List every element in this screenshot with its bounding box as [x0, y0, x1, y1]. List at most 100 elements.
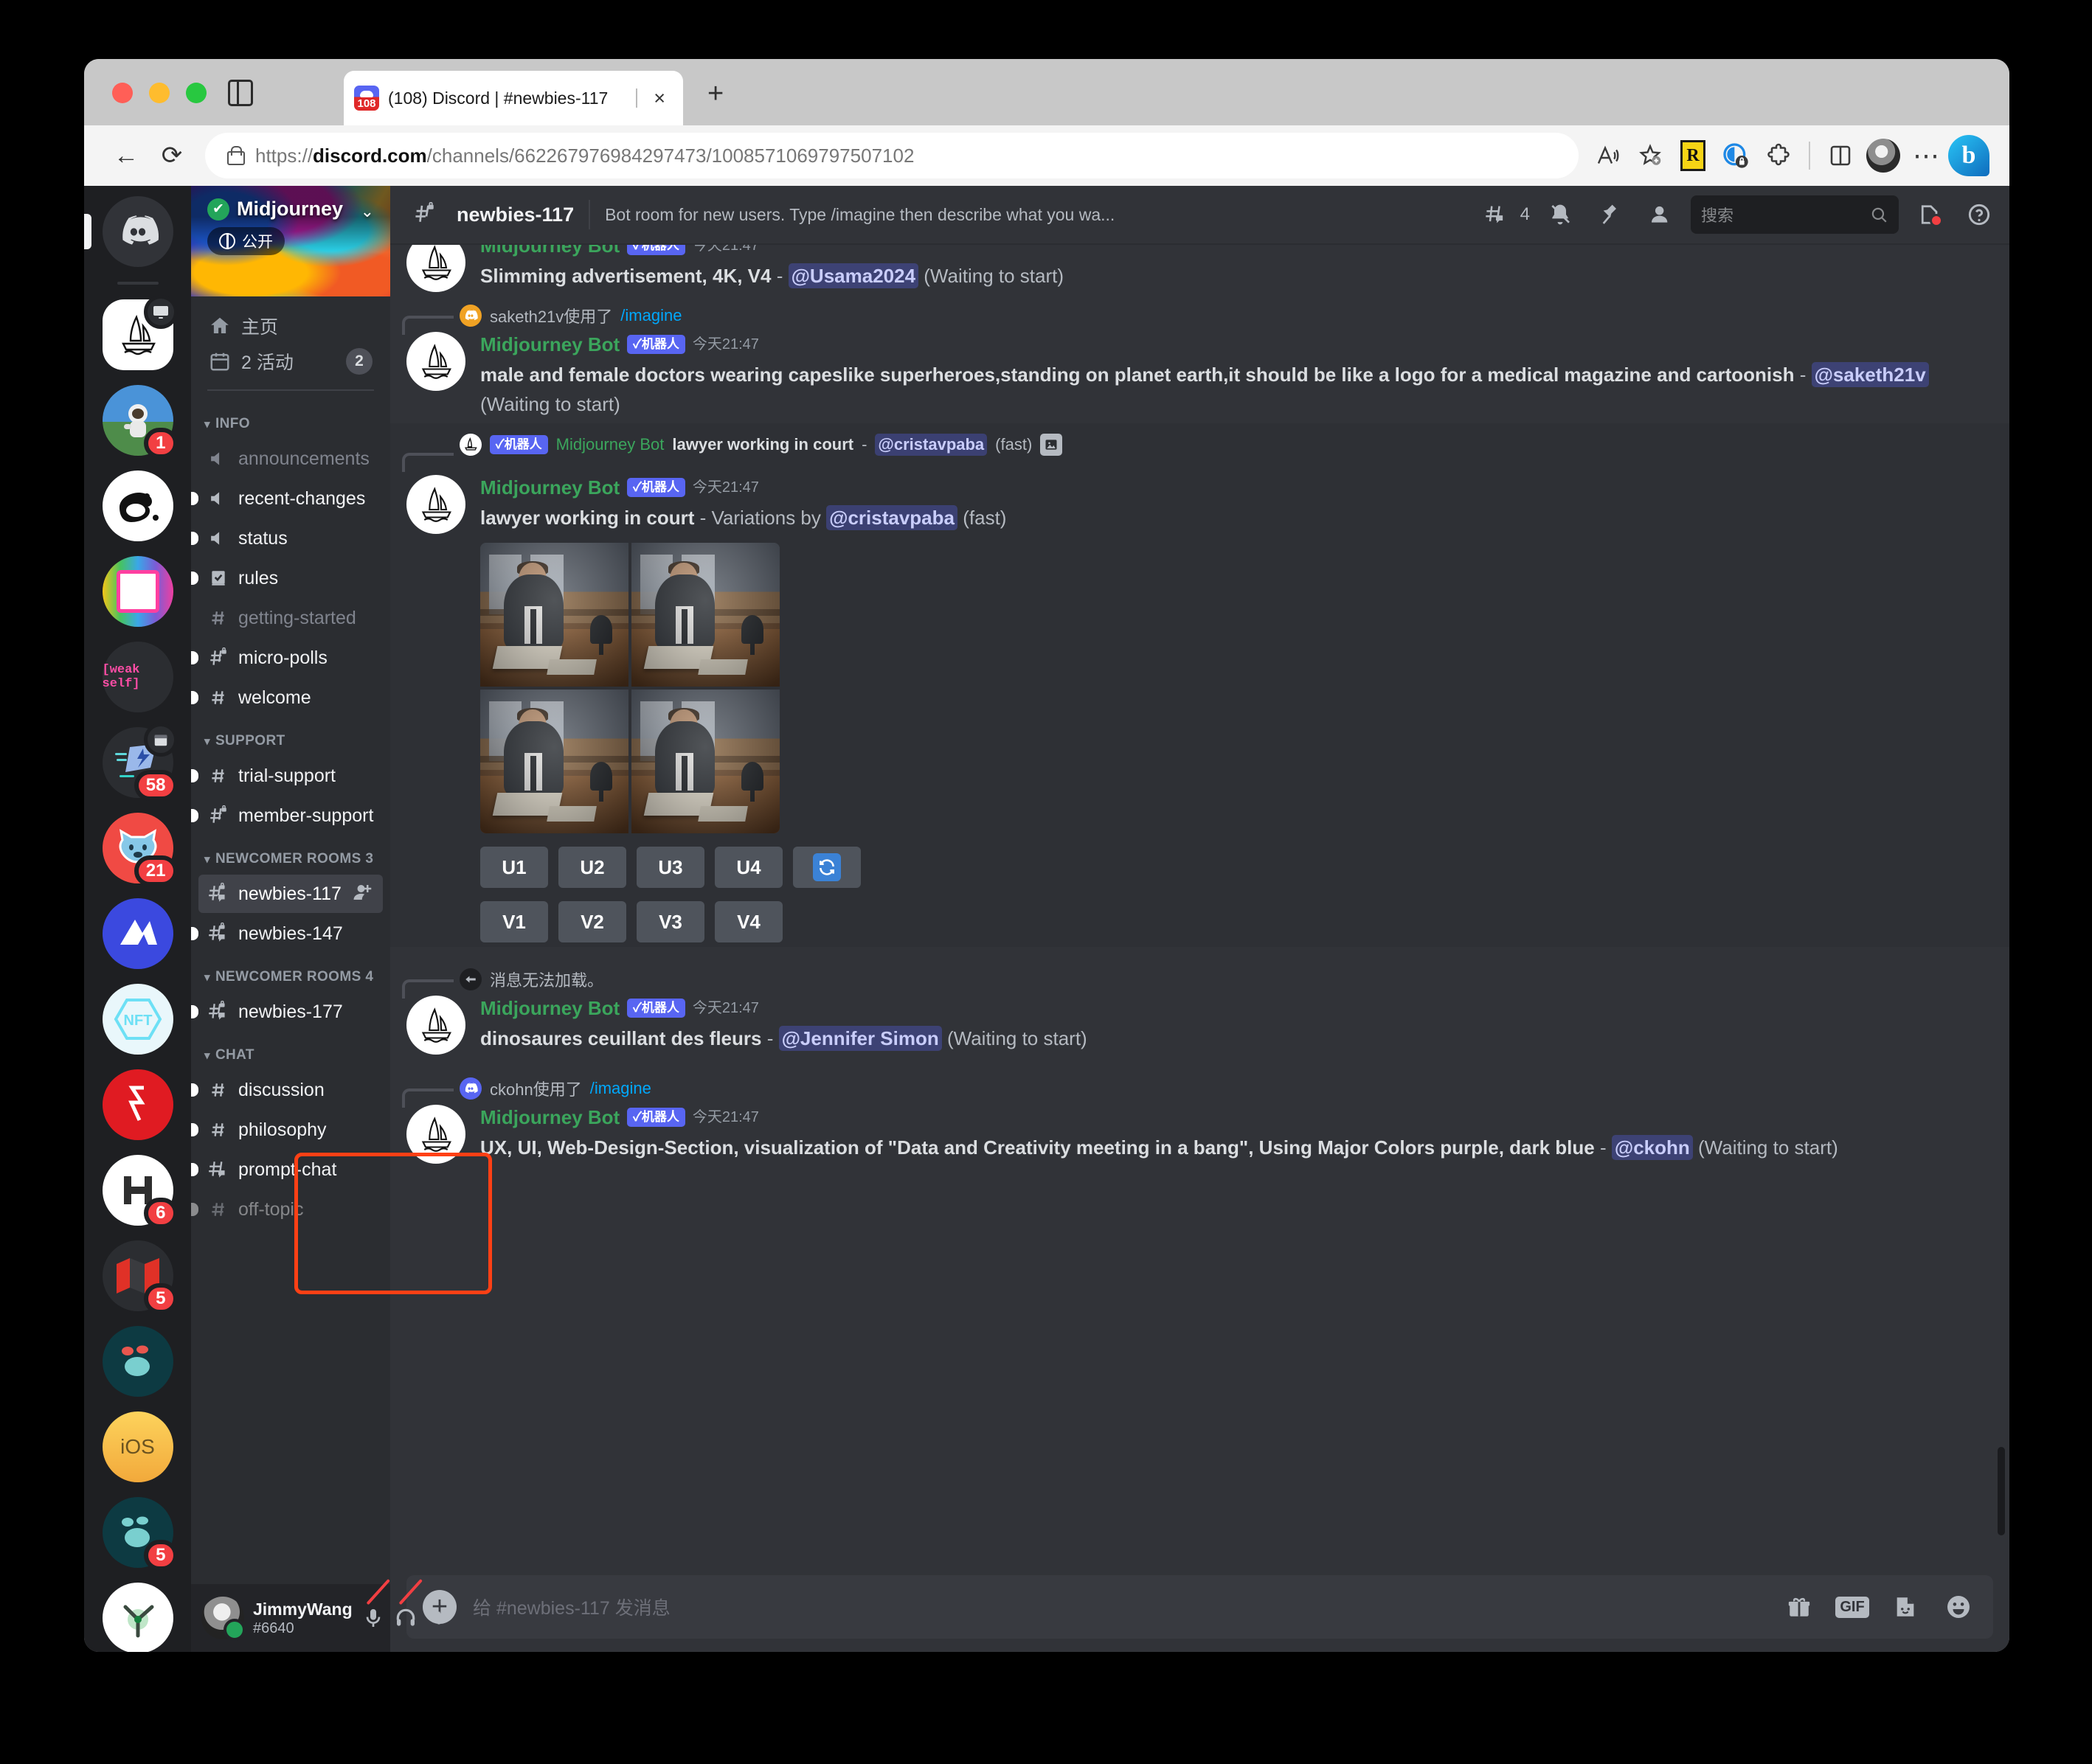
sidebar-item-home[interactable]: 主页 [198, 308, 383, 344]
variation-v2-button[interactable]: V2 [558, 901, 626, 942]
composer-inner[interactable]: + 给 #newbies-117 发消息 GIF [406, 1575, 1993, 1639]
mention[interactable]: @saketh21v [1811, 362, 1929, 387]
sidebar-item-welcome[interactable]: welcome [191, 678, 383, 717]
sidebar-item-midjourney-server[interactable] [102, 295, 178, 370]
user-settings-button[interactable] [426, 1598, 451, 1638]
category-newcomer-rooms-3[interactable]: ▾ NEWCOMER ROOMS 3 [191, 836, 390, 873]
image-variation-1[interactable] [480, 543, 628, 687]
reply-reference[interactable]: ✓机器人 Midjourney Bot lawyer working in co… [402, 434, 1943, 472]
sidebar-item-trial-support[interactable]: trial-support [191, 757, 383, 795]
reply-author[interactable]: Midjourney Bot [556, 435, 665, 454]
sidebar-item-micro-polls[interactable]: micro-polls [191, 639, 383, 677]
category-chat[interactable]: ▾ CHAT [191, 1032, 390, 1069]
sidebar-item-astronaut-server[interactable]: 1 [102, 385, 178, 459]
generated-image-grid[interactable] [480, 543, 780, 833]
image-variation-2[interactable] [631, 543, 780, 687]
inbox-icon[interactable] [1909, 195, 1949, 235]
sidebar-item-map-server[interactable]: 5 [102, 1240, 178, 1314]
notification-off-icon[interactable] [1540, 195, 1580, 235]
sidebar-item-rules[interactable]: rules [191, 559, 383, 597]
avatar[interactable] [201, 1597, 246, 1641]
mention[interactable]: @cristavpaba [826, 505, 957, 530]
sidebar-item-rainbow-server[interactable] [102, 556, 173, 627]
mention[interactable]: @Jennifer Simon [778, 1026, 942, 1051]
avatar[interactable] [406, 996, 465, 1055]
sidebar-item-lightning-server[interactable]: 58 [102, 723, 178, 801]
user-identity[interactable]: JimmyWang #6640 [253, 1600, 353, 1637]
close-tab-button[interactable]: × [646, 87, 673, 110]
sidebar-item-newbies-147[interactable]: newbies-147 [191, 914, 383, 953]
sidebar-item-recent-changes[interactable]: recent-changes [191, 479, 383, 518]
avatar[interactable] [406, 1105, 465, 1164]
message-author[interactable]: Midjourney Bot [480, 245, 620, 258]
address-bar[interactable]: https://discord.com/channels/66226797698… [205, 133, 1579, 178]
sidebar-item-status[interactable]: status [191, 519, 383, 558]
upscale-u2-button[interactable]: U2 [558, 847, 626, 888]
mention[interactable]: @ckohn [1611, 1135, 1693, 1160]
sidebar-item-philosophy[interactable]: philosophy [191, 1111, 383, 1149]
members-icon[interactable] [1641, 195, 1680, 235]
category-info[interactable]: ▾ INFO [191, 401, 390, 438]
extensions-puzzle-icon[interactable] [1757, 134, 1800, 177]
pin-icon[interactable] [1590, 195, 1630, 235]
mute-microphone-button[interactable] [361, 1578, 390, 1638]
sidebar-item-events[interactable]: 2 活动 2 [198, 344, 383, 379]
tab-list-icon[interactable] [228, 80, 253, 106]
gif-icon[interactable]: GIF [1834, 1588, 1871, 1625]
message-author[interactable]: Midjourney Bot [480, 1105, 620, 1130]
message-list[interactable]: Midjourney Bot ✓机器人 今天21:47 Slimming adv… [390, 245, 2009, 1575]
add-member-icon[interactable] [352, 881, 374, 907]
sidebar-item-direct-messages[interactable] [102, 196, 173, 267]
avatar[interactable] [406, 332, 465, 391]
reply-mention[interactable]: @cristavpaba [875, 434, 988, 456]
sidebar-item-discussion[interactable]: discussion [191, 1071, 383, 1109]
sidebar-item-newbies-117[interactable]: newbies-117 [198, 875, 383, 913]
sidebar-item-member-support[interactable]: member-support [191, 796, 383, 835]
deafen-button[interactable] [394, 1578, 423, 1638]
server-banner[interactable]: ✔ Midjourney ⌄ 公开 [191, 186, 390, 296]
avatar[interactable] [406, 475, 465, 534]
sidebar-item-teal-paw-server[interactable] [102, 1326, 173, 1397]
maximize-window-button[interactable] [186, 83, 207, 103]
sidebar-item-nft-server[interactable]: NFT [102, 984, 173, 1055]
minimize-window-button[interactable] [149, 83, 170, 103]
reload-button[interactable]: ⟳ [149, 133, 195, 178]
slash-command-link[interactable]: /imagine [620, 306, 682, 325]
upscale-u1-button[interactable]: U1 [480, 847, 548, 888]
image-variation-3[interactable] [480, 690, 628, 833]
variation-v4-button[interactable]: V4 [715, 901, 783, 942]
upscale-u3-button[interactable]: U3 [637, 847, 704, 888]
category-support[interactable]: ▾ SUPPORT [191, 718, 390, 755]
sidebar-item-prompt-chat[interactable]: prompt-chat [191, 1150, 383, 1189]
read-aloud-icon[interactable] [1586, 134, 1629, 177]
browser-tab[interactable]: 108 (108) Discord | #newbies-117 × [344, 71, 683, 125]
close-window-button[interactable] [112, 83, 133, 103]
image-variation-4[interactable] [631, 690, 780, 833]
sidebar-item-red-s-server[interactable] [102, 1069, 173, 1140]
back-button[interactable]: ← [103, 133, 149, 178]
profile-avatar[interactable] [1862, 134, 1905, 177]
sidebar-item-ios-server[interactable]: iOS [102, 1411, 173, 1482]
reroll-button[interactable] [793, 847, 861, 888]
bing-chat-icon[interactable]: b [1947, 134, 1990, 177]
add-favorite-icon[interactable] [1629, 134, 1672, 177]
sidebar-item-h-server[interactable]: 6 [102, 1155, 178, 1229]
help-icon[interactable] [1959, 195, 1999, 235]
split-screen-icon[interactable] [1819, 134, 1862, 177]
sidebar-item-newbies-177[interactable]: newbies-177 [191, 993, 383, 1031]
sidebar-item-announcements[interactable]: announcements [198, 440, 383, 478]
sidebar-item-blue-a-server[interactable] [102, 898, 173, 969]
sidebar-item-cat-server[interactable]: 21 [102, 813, 178, 886]
sidebar-item-getting-started[interactable]: getting-started [198, 599, 383, 637]
sidebar-item-teal-paw2-server[interactable]: 5 [102, 1497, 178, 1571]
sidebar-item-clock-server[interactable] [102, 1583, 173, 1652]
sidebar-item-off-topic[interactable]: off-topic [191, 1190, 383, 1229]
message-author[interactable]: Midjourney Bot [480, 996, 620, 1021]
sidebar-item-weibo-server[interactable] [102, 470, 173, 541]
search-input[interactable]: 搜索 [1691, 195, 1899, 234]
message-author[interactable]: Midjourney Bot [480, 475, 620, 500]
mention[interactable]: @Usama2024 [788, 263, 919, 288]
privacy-extension-icon[interactable] [1714, 134, 1757, 177]
sticker-icon[interactable] [1887, 1588, 1924, 1625]
chevron-down-icon[interactable]: ⌄ [361, 202, 374, 221]
